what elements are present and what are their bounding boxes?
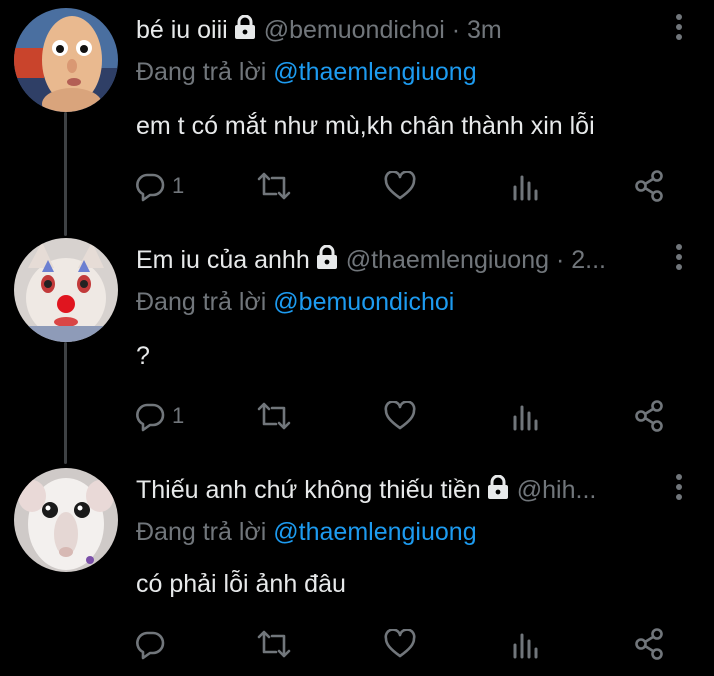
avatar[interactable] — [14, 8, 118, 112]
separator-dot: · — [549, 245, 572, 274]
user-handle[interactable]: @hih... — [517, 476, 597, 505]
retweet-button[interactable] — [256, 398, 292, 434]
tweet-header: bé iu oiii @bemuondichoi · 3m — [136, 14, 502, 46]
mouse-avatar-image — [14, 468, 118, 572]
retweet-icon — [257, 402, 291, 430]
reply-button[interactable] — [134, 626, 166, 662]
tweet[interactable]: Thiếu anh chứ không thiếu tiền @hih... Đ… — [0, 460, 714, 676]
lock-icon — [487, 474, 509, 506]
replying-to: Đang trả lời @bemuondichoi — [136, 288, 454, 317]
views-bar-icon — [513, 405, 538, 431]
tweet[interactable]: Em iu của anhh @thaemlengiuong · 2... Đa… — [0, 230, 714, 460]
avatar[interactable] — [14, 238, 118, 342]
heart-icon — [384, 171, 416, 200]
lock-icon — [316, 244, 338, 276]
views-bar-icon — [513, 175, 538, 201]
retweet-button[interactable] — [256, 626, 292, 662]
like-button[interactable] — [384, 626, 416, 662]
mention-link[interactable]: @bemuondichoi — [273, 288, 454, 316]
replying-to: Đang trả lời @thaemlengiuong — [136, 58, 477, 87]
reply-bubble-icon — [136, 403, 165, 432]
mention-link[interactable]: @thaemlengiuong — [273, 518, 476, 546]
timestamp[interactable]: 2... — [571, 246, 606, 275]
display-name[interactable]: Em iu của anhh — [136, 246, 310, 275]
replying-to-label: Đang trả lời — [136, 288, 267, 316]
separator-dot: · — [444, 15, 467, 44]
timestamp[interactable]: 3m — [467, 16, 502, 45]
reply-button[interactable]: 1 — [134, 398, 184, 434]
replying-to-label: Đang trả lời — [136, 58, 267, 86]
tweet-text: em t có mắt như mù,kh chân thành xin lỗi — [136, 112, 595, 140]
reply-count: 1 — [172, 403, 185, 428]
reply-bubble-icon — [136, 173, 165, 202]
share-button[interactable] — [634, 626, 664, 662]
retweet-icon — [257, 172, 291, 200]
tweet-actions: 1 — [130, 398, 690, 434]
like-button[interactable] — [384, 168, 416, 204]
views-button[interactable] — [512, 626, 540, 662]
tweet-actions: 1 — [130, 168, 690, 204]
replying-to-label: Đang trả lời — [136, 518, 267, 546]
heart-icon — [384, 401, 416, 430]
views-button[interactable] — [512, 398, 540, 434]
avatar[interactable] — [14, 468, 118, 572]
display-name[interactable]: bé iu oiii — [136, 16, 228, 45]
tweet-header: Em iu của anhh @thaemlengiuong · 2... — [136, 244, 606, 276]
tweet-actions — [130, 626, 690, 662]
share-icon — [635, 400, 663, 432]
tweet[interactable]: bé iu oiii @bemuondichoi · 3m Đang trả l… — [0, 0, 714, 230]
lock-icon — [234, 14, 256, 46]
tweet-text: ? — [136, 342, 150, 370]
baby-avatar-image — [14, 8, 118, 112]
views-bar-icon — [513, 633, 538, 659]
tweet-header: Thiếu anh chứ không thiếu tiền @hih... — [136, 474, 596, 506]
more-dots-icon[interactable] — [674, 474, 684, 502]
cat-clown-avatar-image — [14, 238, 118, 342]
more-dots-icon[interactable] — [674, 14, 684, 42]
reply-thread: bé iu oiii @bemuondichoi · 3m Đang trả l… — [0, 0, 714, 676]
reply-button[interactable]: 1 — [134, 168, 184, 204]
more-dots-icon[interactable] — [674, 244, 684, 272]
share-icon — [635, 628, 663, 660]
retweet-button[interactable] — [256, 168, 292, 204]
share-button[interactable] — [634, 398, 664, 434]
replying-to: Đang trả lời @thaemlengiuong — [136, 518, 477, 547]
user-handle[interactable]: @bemuondichoi — [264, 16, 445, 45]
retweet-icon — [257, 630, 291, 658]
like-button[interactable] — [384, 398, 416, 434]
views-button[interactable] — [512, 168, 540, 204]
share-button[interactable] — [634, 168, 664, 204]
mention-link[interactable]: @thaemlengiuong — [273, 58, 476, 86]
share-icon — [635, 170, 663, 202]
reply-count: 1 — [172, 173, 185, 198]
heart-icon — [384, 629, 416, 658]
display-name[interactable]: Thiếu anh chứ không thiếu tiền — [136, 476, 481, 505]
tweet-text: có phải lỗi ảnh đâu — [136, 570, 346, 598]
user-handle[interactable]: @thaemlengiuong — [346, 246, 549, 275]
reply-bubble-icon — [136, 631, 165, 660]
